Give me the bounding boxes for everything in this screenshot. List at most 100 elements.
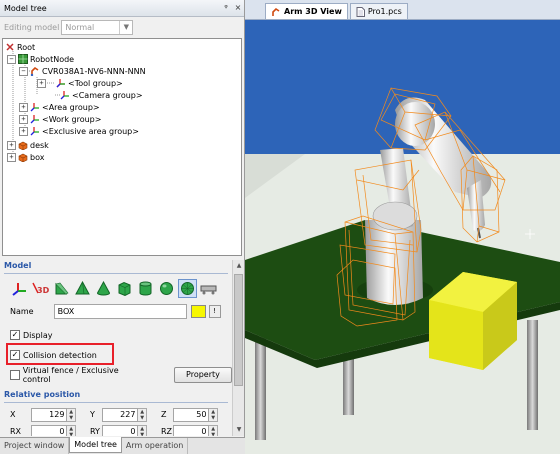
axis-label-z: Z [161,410,167,419]
tree-node-label: <Tool group> [68,78,123,88]
expand-icon[interactable]: + [19,114,28,124]
mesh-shape-icon[interactable] [178,278,197,298]
x-spinner[interactable]: ▲ ▼ [67,407,76,422]
tree-node-label: CVR038A1-NV6-NNN-NNN [42,66,146,76]
axis-icon [30,102,40,112]
rz-spinner[interactable]: ▲ ▼ [209,424,218,436]
model-tree: Root − RobotNode − CVR038A1-NV6-NNN-NNN … [2,38,242,256]
tree-node-label: <Camera group> [72,90,143,100]
conveyor-shape-icon[interactable] [199,279,218,298]
z-spinner[interactable]: ▲ ▼ [209,407,218,422]
expand-icon[interactable]: + [7,140,16,150]
panel-titlebar: Model tree ᵠ × [0,0,244,17]
tree-node-desk[interactable]: + desk [7,139,49,151]
tree-node-robotnode[interactable]: − RobotNode [7,53,74,65]
tab-pro1-pcs[interactable]: Pro1.pcs [349,3,408,19]
axis-label-x: X [10,410,16,419]
model-properties: Model 3D Name BOX ! ✓ Display ✓ Collisio… [0,260,232,436]
document-area: Arm 3D View Pro1.pcs [245,0,560,454]
collision-detection-checkbox[interactable]: ✓ [10,350,20,360]
color-swatch[interactable] [190,304,206,318]
rx-field[interactable]: 0 [31,424,68,436]
3d-viewport[interactable] [245,20,560,454]
tree-node-work-group[interactable]: + <Work group> [19,113,101,125]
tree-node-box[interactable]: + box [7,151,44,163]
model-tree-panel: Model tree ᵠ × Editing model Normal ▼ Ro… [0,0,245,454]
pin-icon[interactable]: ᵠ [220,2,232,14]
y-spinner[interactable]: ▲ ▼ [138,407,147,422]
color-picker-button[interactable]: ! [208,304,221,318]
panel-title: Model tree [4,3,47,13]
tree-node-label: desk [30,140,49,150]
3d-view-icon [272,7,280,16]
wedge-shape-icon[interactable] [52,279,71,298]
scroll-thumb[interactable] [234,274,243,386]
axis-icon [30,114,40,124]
robot-arm-icon [30,66,40,76]
tab-arm-operation[interactable]: Arm operation [122,438,189,454]
chevron-down-icon[interactable]: ▼ [119,20,132,34]
rz-field[interactable]: 0 [173,424,210,436]
tree-node-tool-group[interactable]: + <Tool group> [37,77,123,89]
tree-node-robot[interactable]: − CVR038A1-NV6-NNN-NNN [19,65,146,77]
tree-node-area-group[interactable]: + <Area group> [19,101,100,113]
axis-shape-icon[interactable] [10,279,29,298]
tree-node-label: <Area group> [42,102,100,112]
scroll-up-icon[interactable]: ▲ [234,261,244,271]
cone-shape-icon[interactable] [94,279,113,298]
ry-spinner[interactable]: ▲ ▼ [138,424,147,436]
expand-icon[interactable]: + [19,102,28,112]
section-divider [4,273,228,274]
close-icon[interactable]: × [232,2,244,14]
scroll-down-icon[interactable]: ▼ [234,425,244,435]
tree-node-camera-group[interactable]: <Camera group> [60,89,143,101]
rx-spinner[interactable]: ▲ ▼ [67,424,76,436]
x-field[interactable]: 129 [31,407,68,422]
name-field[interactable]: BOX [53,303,187,319]
y-field[interactable]: 227 [102,407,139,422]
axis-label-rx: RX [10,427,22,436]
axis-icon [56,78,66,88]
tree-node-label: <Work group> [42,114,102,124]
model-section-title: Model [4,261,32,270]
ry-field[interactable]: 0 [102,424,139,436]
display-checkbox[interactable]: ✓ [10,330,20,340]
tree-node-label: Root [17,42,36,52]
object-icon [18,140,28,150]
display-label: Display [23,330,53,340]
tree-node-root[interactable]: Root [5,41,35,53]
editing-mode-select[interactable]: Normal ▼ [61,19,134,35]
name-label: Name [10,306,34,316]
editing-mode-bar: Editing model Normal ▼ [0,17,244,37]
cylinder-shape-icon[interactable] [136,279,155,298]
virtual-fence-checkbox[interactable] [10,370,20,380]
box-shape-icon[interactable] [115,279,134,298]
collapse-icon[interactable]: − [7,54,16,64]
tree-node-exclusive-area-group[interactable]: + <Exclusive area group> [19,125,139,137]
expand-icon[interactable]: + [37,78,46,88]
sphere-shape-icon[interactable] [157,279,176,298]
expand-icon[interactable]: + [7,152,16,162]
expand-icon[interactable]: + [19,126,28,136]
section-divider [4,402,228,403]
editing-mode-label: Editing model [4,22,60,32]
table-leg [527,320,538,430]
z-field[interactable]: 50 [173,407,210,422]
3d-shape-icon[interactable]: 3D [31,279,50,298]
properties-scrollbar[interactable]: ▲ ▼ [232,260,244,436]
tab-project-window[interactable]: Project window [0,438,70,454]
tab-arm-3d-view[interactable]: Arm 3D View [265,3,348,19]
axis-label-y: Y [90,410,95,419]
relative-position-title: Relative position [4,390,81,399]
axis-label-rz: RZ [161,427,173,436]
pyramid-shape-icon[interactable] [73,279,92,298]
position-row: X 129 ▲ ▼ Y 227 ▲ ▼ Z 50 ▲ ▼ [0,406,232,423]
tab-model-tree[interactable]: Model tree [69,437,122,453]
document-icon [356,6,365,17]
fence-row: Virtual fence / Exclusive control Proper… [0,365,232,385]
table-leg [255,335,266,440]
collision-detection-label: Collision detection [23,350,97,360]
collapse-icon[interactable]: − [19,66,28,76]
property-button[interactable]: Property [173,367,232,383]
tab-label: Pro1.pcs [367,7,402,16]
